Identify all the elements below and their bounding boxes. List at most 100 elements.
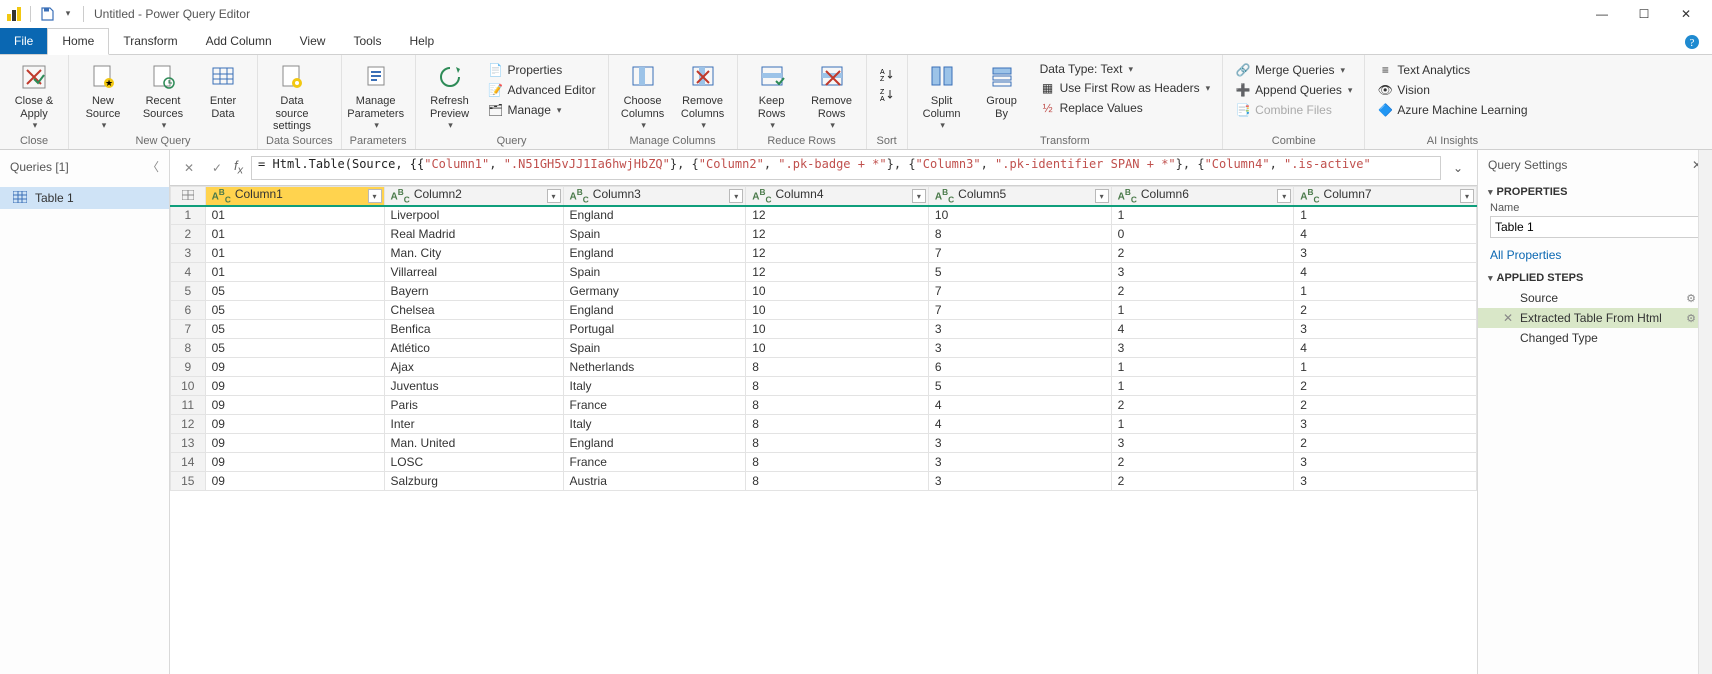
query-name-input[interactable] xyxy=(1490,216,1700,238)
text-analytics-button[interactable]: ≡Text Analytics xyxy=(1373,61,1531,79)
table-row[interactable]: 505BayernGermany10721 xyxy=(171,282,1477,301)
table-row[interactable]: 909AjaxNetherlands8611 xyxy=(171,358,1477,377)
cell[interactable]: 2 xyxy=(1111,244,1294,263)
cell[interactable]: Inter xyxy=(384,415,563,434)
cell[interactable]: Man. United xyxy=(384,434,563,453)
cancel-formula-icon[interactable]: ✕ xyxy=(178,157,200,179)
filter-dropdown-icon[interactable]: ▾ xyxy=(912,189,926,203)
gear-icon[interactable]: ⚙ xyxy=(1686,292,1696,305)
table-row[interactable]: 401VillarrealSpain12534 xyxy=(171,263,1477,282)
cell[interactable]: 3 xyxy=(928,434,1111,453)
filter-dropdown-icon[interactable]: ▾ xyxy=(368,189,382,203)
cell[interactable]: 4 xyxy=(928,396,1111,415)
cell[interactable]: 09 xyxy=(205,415,384,434)
table-row[interactable]: 1309Man. UnitedEngland8332 xyxy=(171,434,1477,453)
tab-view[interactable]: View xyxy=(286,28,340,54)
merge-queries-button[interactable]: 🔗Merge Queries xyxy=(1231,61,1356,79)
combine-files-button[interactable]: 📑Combine Files xyxy=(1231,101,1356,119)
right-side-strip[interactable] xyxy=(1698,150,1712,674)
table-row[interactable]: 805AtléticoSpain10334 xyxy=(171,339,1477,358)
tab-help[interactable]: Help xyxy=(395,28,448,54)
row-number[interactable]: 5 xyxy=(171,282,206,301)
table-row[interactable]: 301Man. CityEngland12723 xyxy=(171,244,1477,263)
cell[interactable]: 12 xyxy=(746,244,929,263)
table-row[interactable]: 201Real MadridSpain12804 xyxy=(171,225,1477,244)
cell[interactable]: 05 xyxy=(205,301,384,320)
cell[interactable]: 2 xyxy=(1111,396,1294,415)
cell[interactable]: 7 xyxy=(928,282,1111,301)
cell[interactable]: 09 xyxy=(205,396,384,415)
cell[interactable]: 7 xyxy=(928,301,1111,320)
cell[interactable]: 09 xyxy=(205,377,384,396)
help-icon[interactable]: ? xyxy=(1680,30,1704,54)
column-header[interactable]: ABCColumn5▾ xyxy=(928,187,1111,206)
cell[interactable]: 05 xyxy=(205,339,384,358)
row-number[interactable]: 12 xyxy=(171,415,206,434)
manage-button[interactable]: 🗂Manage xyxy=(484,101,600,119)
tab-home[interactable]: Home xyxy=(47,28,109,55)
cell[interactable]: 2 xyxy=(1294,396,1477,415)
gear-icon[interactable]: ⚙ xyxy=(1686,312,1696,325)
cell[interactable]: Chelsea xyxy=(384,301,563,320)
split-column-button[interactable]: Split Column xyxy=(916,59,968,131)
row-number[interactable]: 4 xyxy=(171,263,206,282)
accept-formula-icon[interactable]: ✓ xyxy=(206,157,228,179)
row-number[interactable]: 10 xyxy=(171,377,206,396)
cell[interactable]: Spain xyxy=(563,339,746,358)
row-number[interactable]: 8 xyxy=(171,339,206,358)
table-row[interactable]: 705BenficaPortugal10343 xyxy=(171,320,1477,339)
column-header[interactable]: ABCColumn3▾ xyxy=(563,187,746,206)
cell[interactable]: 01 xyxy=(205,225,384,244)
table-row[interactable]: 1009JuventusItaly8512 xyxy=(171,377,1477,396)
cell[interactable]: 09 xyxy=(205,434,384,453)
remove-rows-button[interactable]: Remove Rows xyxy=(806,59,858,131)
advanced-editor-button[interactable]: 📝Advanced Editor xyxy=(484,81,600,99)
cell[interactable]: 10 xyxy=(746,320,929,339)
row-number[interactable]: 3 xyxy=(171,244,206,263)
table-row[interactable]: 1209InterItaly8413 xyxy=(171,415,1477,434)
table-row[interactable]: 101LiverpoolEngland121011 xyxy=(171,206,1477,225)
applied-step[interactable]: ✕Extracted Table From Html⚙ xyxy=(1478,308,1712,328)
filter-dropdown-icon[interactable]: ▾ xyxy=(1095,189,1109,203)
column-header[interactable]: ABCColumn7▾ xyxy=(1294,187,1477,206)
table-row[interactable]: 1409LOSCFrance8323 xyxy=(171,453,1477,472)
cell[interactable]: 1 xyxy=(1294,206,1477,225)
vision-button[interactable]: 👁Vision xyxy=(1373,81,1531,99)
cell[interactable]: Italy xyxy=(563,377,746,396)
append-queries-button[interactable]: ➕Append Queries xyxy=(1231,81,1356,99)
cell[interactable]: France xyxy=(563,396,746,415)
cell[interactable]: Real Madrid xyxy=(384,225,563,244)
cell[interactable]: 3 xyxy=(1294,472,1477,491)
cell[interactable]: Villarreal xyxy=(384,263,563,282)
fx-icon[interactable]: fx xyxy=(234,158,243,177)
cell[interactable]: Man. City xyxy=(384,244,563,263)
cell[interactable]: Germany xyxy=(563,282,746,301)
maximize-button[interactable]: ☐ xyxy=(1624,3,1664,25)
cell[interactable]: Italy xyxy=(563,415,746,434)
cell[interactable]: 10 xyxy=(928,206,1111,225)
remove-columns-button[interactable]: Remove Columns xyxy=(677,59,729,131)
cell[interactable]: 10 xyxy=(746,301,929,320)
properties-section-title[interactable]: PROPERTIES xyxy=(1478,180,1712,202)
cell[interactable]: 3 xyxy=(1294,453,1477,472)
cell[interactable]: 2 xyxy=(1294,377,1477,396)
sort-asc-button[interactable]: AZ xyxy=(875,65,899,83)
cell[interactable]: 4 xyxy=(1294,263,1477,282)
cell[interactable]: 01 xyxy=(205,206,384,225)
choose-columns-button[interactable]: Choose Columns xyxy=(617,59,669,131)
cell[interactable]: 1 xyxy=(1294,358,1477,377)
table-row[interactable]: 1109ParisFrance8422 xyxy=(171,396,1477,415)
data-source-settings-button[interactable]: Data source settings xyxy=(266,59,318,133)
data-type-button[interactable]: Data Type: Text xyxy=(1036,61,1215,77)
tab-tools[interactable]: Tools xyxy=(339,28,395,54)
collapse-queries-icon[interactable]: 〈 xyxy=(147,158,159,175)
keep-rows-button[interactable]: Keep Rows xyxy=(746,59,798,131)
cell[interactable]: 10 xyxy=(746,339,929,358)
cell[interactable]: LOSC xyxy=(384,453,563,472)
cell[interactable]: 8 xyxy=(746,377,929,396)
cell[interactable]: 4 xyxy=(1294,225,1477,244)
row-number[interactable]: 1 xyxy=(171,206,206,225)
properties-button[interactable]: 📄Properties xyxy=(484,61,600,79)
cell[interactable]: 09 xyxy=(205,472,384,491)
minimize-button[interactable]: ― xyxy=(1582,3,1622,25)
